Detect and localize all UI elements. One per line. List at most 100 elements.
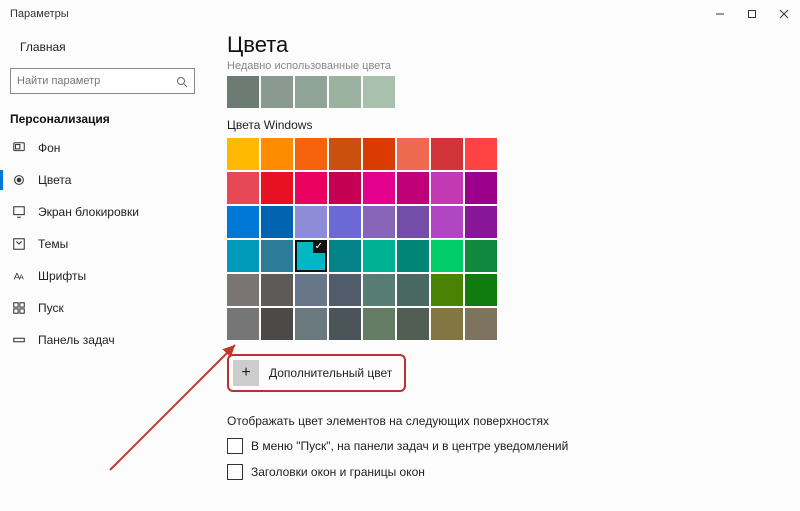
window-title: Параметры bbox=[10, 8, 69, 20]
color-swatch[interactable] bbox=[329, 172, 361, 204]
color-swatch[interactable] bbox=[261, 240, 293, 272]
sidebar-item-6[interactable]: Панель задач bbox=[0, 324, 205, 356]
color-swatch[interactable] bbox=[329, 206, 361, 238]
color-swatch[interactable] bbox=[261, 308, 293, 340]
close-button[interactable] bbox=[768, 0, 800, 28]
checkbox-start-taskbar[interactable]: В меню "Пуск", на панели задач и в центр… bbox=[227, 438, 780, 454]
sidebar-item-1[interactable]: Цвета bbox=[0, 164, 205, 196]
plus-icon: + bbox=[233, 360, 259, 386]
color-swatch[interactable] bbox=[431, 274, 463, 306]
checkbox-label: Заголовки окон и границы окон bbox=[251, 465, 425, 479]
recent-color-swatch[interactable] bbox=[261, 76, 293, 108]
color-swatch[interactable] bbox=[329, 308, 361, 340]
recent-color-swatch[interactable] bbox=[329, 76, 361, 108]
svg-text:A: A bbox=[19, 275, 24, 282]
color-swatch[interactable] bbox=[363, 206, 395, 238]
nav-label: Экран блокировки bbox=[38, 205, 139, 219]
color-swatch[interactable] bbox=[363, 240, 395, 272]
color-swatch[interactable] bbox=[227, 308, 259, 340]
color-swatch[interactable] bbox=[397, 308, 429, 340]
color-swatch[interactable] bbox=[465, 138, 497, 170]
color-swatch[interactable] bbox=[465, 206, 497, 238]
color-swatch[interactable] bbox=[431, 206, 463, 238]
color-swatch[interactable] bbox=[295, 172, 327, 204]
color-swatch[interactable] bbox=[431, 308, 463, 340]
checkbox-titlebars[interactable]: Заголовки окон и границы окон bbox=[227, 464, 780, 480]
color-swatch[interactable] bbox=[295, 274, 327, 306]
color-swatch[interactable] bbox=[261, 206, 293, 238]
nav-icon bbox=[12, 141, 26, 155]
color-swatch[interactable] bbox=[431, 172, 463, 204]
color-swatch[interactable] bbox=[465, 240, 497, 272]
sidebar-item-3[interactable]: Темы bbox=[0, 228, 205, 260]
nav-icon bbox=[12, 301, 26, 315]
color-swatch[interactable] bbox=[465, 308, 497, 340]
color-swatch[interactable] bbox=[431, 240, 463, 272]
color-swatch[interactable] bbox=[329, 138, 361, 170]
recent-color-swatch[interactable] bbox=[295, 76, 327, 108]
nav-list: Фон Цвета Экран блокировки Темы AA Шрифты Пуск… bbox=[0, 132, 205, 356]
nav-icon bbox=[12, 205, 26, 219]
minimize-button[interactable] bbox=[704, 0, 736, 28]
recent-color-swatch[interactable] bbox=[363, 76, 395, 108]
color-swatch[interactable] bbox=[295, 138, 327, 170]
color-swatch[interactable] bbox=[227, 172, 259, 204]
sidebar-item-5[interactable]: Пуск bbox=[0, 292, 205, 324]
color-swatch[interactable] bbox=[329, 240, 361, 272]
color-swatch[interactable] bbox=[363, 138, 395, 170]
page-title: Цвета bbox=[227, 32, 780, 58]
recent-colors-row bbox=[227, 76, 780, 108]
color-swatch[interactable] bbox=[295, 206, 327, 238]
nav-label: Панель задач bbox=[38, 333, 115, 347]
color-swatch[interactable] bbox=[363, 274, 395, 306]
color-swatch[interactable] bbox=[363, 172, 395, 204]
color-swatch[interactable] bbox=[227, 138, 259, 170]
home-label: Главная bbox=[20, 40, 66, 54]
color-swatch[interactable] bbox=[397, 206, 429, 238]
color-swatch[interactable] bbox=[329, 274, 361, 306]
checkbox-icon bbox=[227, 438, 243, 454]
nav-label: Шрифты bbox=[38, 269, 86, 283]
color-swatch[interactable] bbox=[431, 138, 463, 170]
checkbox-label: В меню "Пуск", на панели задач и в центр… bbox=[251, 439, 568, 453]
nav-label: Цвета bbox=[38, 173, 71, 187]
color-swatch[interactable] bbox=[397, 240, 429, 272]
color-swatch[interactable] bbox=[261, 138, 293, 170]
nav-label: Фон bbox=[38, 141, 60, 155]
custom-color-button[interactable]: + Дополнительный цвет bbox=[227, 354, 406, 392]
color-swatch[interactable] bbox=[227, 274, 259, 306]
color-swatch[interactable] bbox=[397, 274, 429, 306]
color-swatch[interactable] bbox=[261, 172, 293, 204]
custom-color-label: Дополнительный цвет bbox=[269, 366, 392, 380]
maximize-button[interactable] bbox=[736, 0, 768, 28]
section-title: Персонализация bbox=[0, 102, 205, 132]
surfaces-title: Отображать цвет элементов на следующих п… bbox=[227, 414, 780, 428]
color-swatch[interactable] bbox=[465, 172, 497, 204]
nav-icon bbox=[12, 333, 26, 347]
home-button[interactable]: Главная bbox=[0, 34, 205, 60]
windows-colors-label: Цвета Windows bbox=[227, 118, 780, 132]
nav-label: Пуск bbox=[38, 301, 64, 315]
color-swatch[interactable] bbox=[397, 172, 429, 204]
color-swatch[interactable] bbox=[295, 240, 327, 272]
color-swatch[interactable] bbox=[295, 308, 327, 340]
nav-icon bbox=[12, 237, 26, 251]
color-swatch[interactable] bbox=[397, 138, 429, 170]
nav-icon bbox=[12, 173, 26, 187]
recent-color-swatch[interactable] bbox=[227, 76, 259, 108]
sidebar-item-0[interactable]: Фон bbox=[0, 132, 205, 164]
search-field[interactable] bbox=[17, 75, 176, 87]
checkbox-icon bbox=[227, 464, 243, 480]
search-input[interactable] bbox=[10, 68, 195, 94]
color-swatch[interactable] bbox=[363, 308, 395, 340]
sidebar-item-4[interactable]: AA Шрифты bbox=[0, 260, 205, 292]
color-swatch[interactable] bbox=[261, 274, 293, 306]
color-swatch[interactable] bbox=[465, 274, 497, 306]
sidebar-item-2[interactable]: Экран блокировки bbox=[0, 196, 205, 228]
sidebar: Главная Персонализация Фон Цвета Экран бло… bbox=[0, 28, 205, 511]
search-icon bbox=[176, 75, 188, 87]
titlebar: Параметры bbox=[0, 0, 800, 28]
nav-icon: AA bbox=[12, 269, 26, 283]
color-swatch[interactable] bbox=[227, 240, 259, 272]
color-swatch[interactable] bbox=[227, 206, 259, 238]
